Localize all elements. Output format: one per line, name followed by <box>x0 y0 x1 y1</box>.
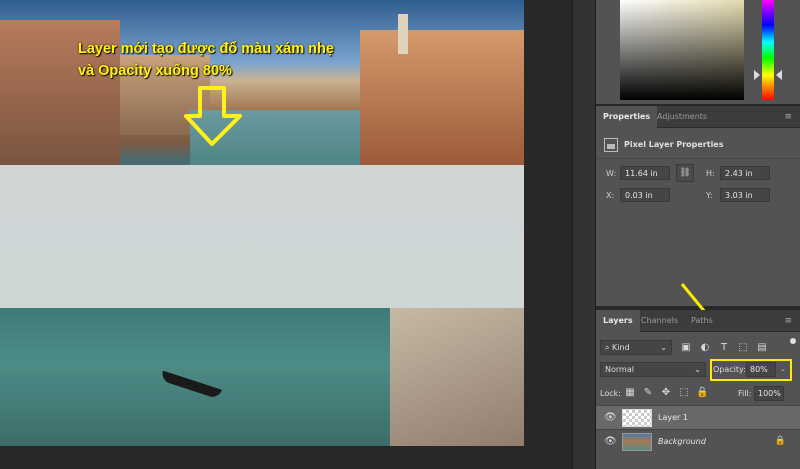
layer-row-layer-1[interactable]: 👁 Layer 1 <box>596 405 800 429</box>
opacity-dropdown-icon[interactable]: ⌄ <box>778 362 788 377</box>
lock-all-icon[interactable]: 🔒 <box>696 386 708 400</box>
pixel-layer-properties-header: Pixel Layer Properties <box>604 136 724 154</box>
tab-paths[interactable]: Paths <box>684 310 720 332</box>
tab-channels[interactable]: Channels <box>634 310 685 332</box>
chevron-down-icon: ⌄ <box>660 343 667 352</box>
x-field[interactable]: 0.03 in <box>620 188 670 202</box>
fill-label: Fill: <box>738 389 752 398</box>
arrow-down-icon <box>184 86 242 146</box>
opacity-field[interactable]: 80% <box>746 362 776 377</box>
adjustment-filter-icon[interactable]: ◐ <box>699 342 711 354</box>
layer-kind-filter[interactable]: ⌕ Kind ⌄ <box>600 340 672 355</box>
search-icon: ⌕ <box>605 343 610 352</box>
height-field[interactable]: 2.43 in <box>720 166 770 180</box>
photo-tower <box>398 14 408 54</box>
pixel-layer-title: Pixel Layer Properties <box>624 140 724 149</box>
layers-menu-icon[interactable]: ≡ <box>784 316 792 326</box>
lock-brush-icon[interactable]: ✎ <box>642 386 654 400</box>
panel-menu-icon[interactable]: ≡ <box>784 112 792 122</box>
document-canvas[interactable]: Layer mới tạo được đổ màu xám nhẹ và Opa… <box>0 0 524 446</box>
fill-field[interactable]: 100% <box>754 386 784 401</box>
pixel-layer-icon <box>604 137 618 152</box>
layer-name: Background <box>658 437 706 446</box>
layer-name: Layer 1 <box>658 413 688 422</box>
opacity-label: Opacity: <box>713 365 746 374</box>
artboard-icon[interactable]: ⬚ <box>678 386 690 400</box>
photo-buildings-right <box>360 30 524 165</box>
layer-row-background[interactable]: 👁 Background 🔒 <box>596 429 800 453</box>
layer-thumbnail <box>622 409 652 427</box>
annotation-line-2: và Opacity xuống 80% <box>78 63 232 79</box>
kind-label: Kind <box>612 343 630 352</box>
eye-icon[interactable]: 👁 <box>604 412 617 423</box>
smart-object-filter-icon[interactable]: ▤ <box>756 342 768 354</box>
y-field[interactable]: 3.03 in <box>720 188 770 202</box>
y-label: Y: <box>706 191 713 200</box>
lock-label: Lock: <box>600 389 621 398</box>
tab-properties[interactable]: Properties <box>596 106 658 128</box>
blend-mode-value: Normal <box>605 365 634 374</box>
layers-tabbar: Layers Channels Paths ≡ <box>596 310 800 332</box>
divider <box>596 158 800 159</box>
width-field[interactable]: 11.64 in <box>620 166 670 180</box>
color-panel <box>596 0 800 104</box>
layers-panel: Layers Channels Paths ≡ ⌕ Kind ⌄ ▣ ◐ T ⬚… <box>596 310 800 469</box>
annotation-text: Layer mới tạo được đổ màu xám nhẹ và Opa… <box>78 38 334 82</box>
annotation-line-1: Layer mới tạo được đổ màu xám nhẹ <box>78 41 334 57</box>
hue-marker-right-icon <box>776 70 782 80</box>
filter-toggle-icon[interactable] <box>790 338 796 344</box>
photo-buildings-lower-right <box>390 308 524 446</box>
properties-tabbar: Properties Adjustments ≡ <box>596 106 800 128</box>
hue-slider[interactable] <box>762 0 774 100</box>
type-filter-icon[interactable]: T <box>718 342 730 354</box>
lock-row: Lock: ▦ ✎ ✥ ⬚ 🔒 Fill: 100% <box>600 386 796 402</box>
color-picker-field[interactable] <box>620 0 744 100</box>
properties-panel: Properties Adjustments ≡ Pixel Layer Pro… <box>596 106 800 306</box>
lock-icons: ▦ ✎ ✥ ⬚ 🔒 <box>624 386 708 400</box>
gray-overlay-layer <box>0 165 524 308</box>
width-label: W: <box>606 169 617 178</box>
hue-marker-left-icon <box>754 70 760 80</box>
image-filter-icon[interactable]: ▣ <box>680 342 692 354</box>
lock-icon: 🔒 <box>774 436 786 446</box>
layer-filter-icons: ▣ ◐ T ⬚ ▤ <box>680 340 768 355</box>
layer-thumbnail <box>622 433 652 451</box>
blend-mode-select[interactable]: Normal ⌄ <box>600 362 706 377</box>
shape-filter-icon[interactable]: ⬚ <box>737 342 749 354</box>
link-dimensions-icon[interactable]: ⛓ <box>676 164 694 182</box>
panel-gutter <box>524 0 540 469</box>
tab-adjustments[interactable]: Adjustments <box>650 106 714 128</box>
lock-transparency-icon[interactable]: ▦ <box>624 386 636 400</box>
chevron-down-icon: ⌄ <box>694 365 701 374</box>
x-label: X: <box>606 191 615 200</box>
eye-icon[interactable]: 👁 <box>604 436 617 447</box>
collapsed-panel-strip <box>572 0 596 469</box>
lock-position-icon[interactable]: ✥ <box>660 386 672 400</box>
height-label: H: <box>706 169 715 178</box>
